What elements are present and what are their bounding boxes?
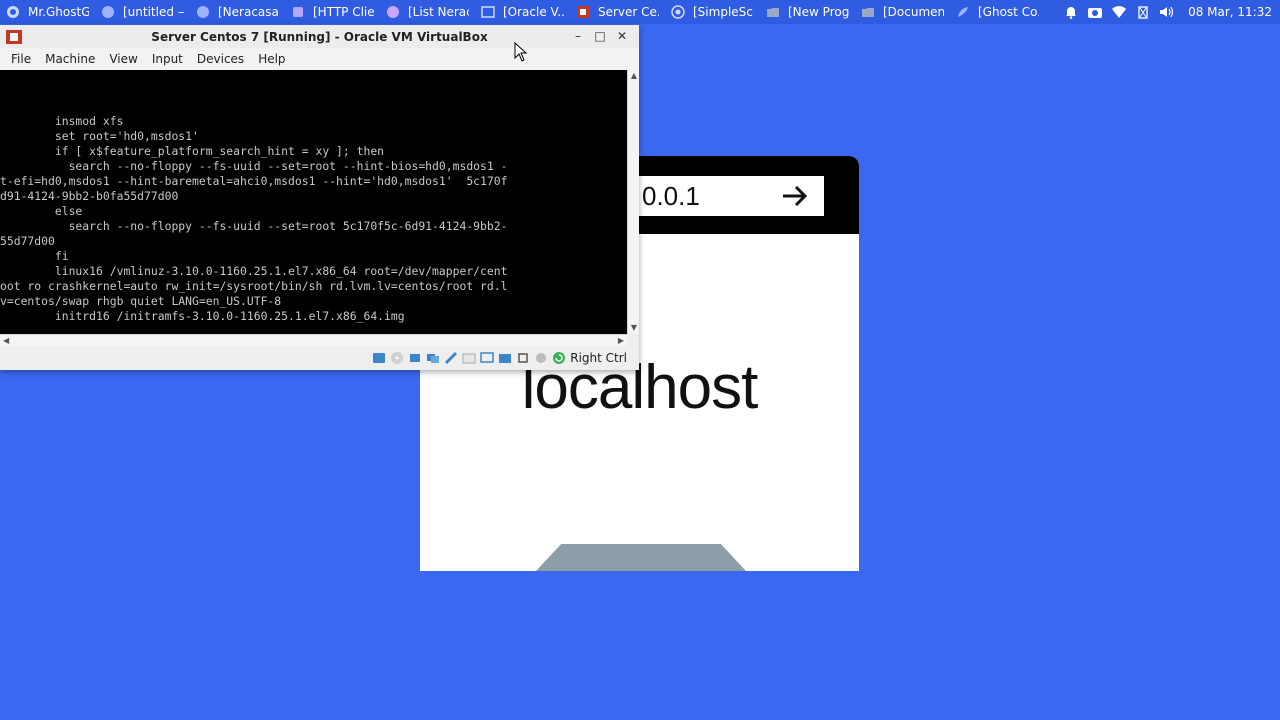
menu-view[interactable]: View xyxy=(102,52,144,66)
task-new-program[interactable]: [New Prog... xyxy=(760,0,855,24)
task-oracle-vm[interactable]: [Oracle V... xyxy=(475,0,570,24)
task-label: Mr.GhostGTR666 xyxy=(28,5,89,19)
task-label: [New Prog... xyxy=(788,5,849,19)
camera-icon[interactable] xyxy=(1086,4,1104,20)
audio-icon[interactable] xyxy=(407,351,422,365)
task-label: Server Ce... xyxy=(598,5,659,19)
go-arrow-icon[interactable] xyxy=(780,182,810,210)
scroll-right-icon[interactable]: ▶ xyxy=(618,336,624,345)
taskbar: Mr.GhostGTR666 [untitled —... [Neracasal… xyxy=(0,0,1280,24)
clock[interactable]: 08 Mar, 11:32 xyxy=(1188,5,1272,19)
task-browser-2[interactable]: [List Nerac... xyxy=(380,0,475,24)
editor-icon xyxy=(101,5,115,19)
browser-icon xyxy=(386,5,400,19)
cpu-icon[interactable] xyxy=(515,351,530,365)
task-documents[interactable]: [Document... xyxy=(855,0,950,24)
display-icon[interactable] xyxy=(479,351,494,365)
optical-drive-icon[interactable] xyxy=(389,351,404,365)
network-icon[interactable] xyxy=(425,351,440,365)
menu-machine[interactable]: Machine xyxy=(38,52,102,66)
virtualbox-icon xyxy=(576,5,590,19)
horizontal-scrollbar[interactable]: ◀ ▶ xyxy=(0,334,627,346)
mouse-integration-icon[interactable] xyxy=(533,351,548,365)
volume-icon[interactable] xyxy=(1158,4,1176,20)
scroll-left-icon[interactable]: ◀ xyxy=(3,336,9,345)
task-label: [Neracasal... xyxy=(218,5,279,19)
task-label: [SimpleScr... xyxy=(693,5,754,19)
wifi-icon[interactable] xyxy=(1110,4,1128,20)
window-icon xyxy=(481,5,495,19)
menu-icon xyxy=(6,5,20,19)
task-label: [Document... xyxy=(883,5,944,19)
address-bar[interactable]: 0.0.1 xyxy=(630,176,824,216)
maximize-icon[interactable]: □ xyxy=(589,28,611,44)
usb-icon[interactable] xyxy=(443,351,458,365)
address-text: 0.0.1 xyxy=(642,180,700,211)
task-menu[interactable]: Mr.GhostGTR666 xyxy=(0,0,95,24)
vm-display[interactable]: insmod xfs set root='hd0,msdos1' if [ x$… xyxy=(0,70,627,334)
decorative-shape xyxy=(536,544,746,571)
task-label: [untitled —... xyxy=(123,5,184,19)
shared-folders-icon[interactable] xyxy=(461,351,476,365)
close-icon[interactable]: ✕ xyxy=(611,28,633,44)
folder-icon xyxy=(861,5,875,19)
vertical-scrollbar[interactable]: ▲ ▼ xyxy=(627,70,639,334)
hard-disk-icon[interactable] xyxy=(371,351,386,365)
video-capture-icon[interactable] xyxy=(497,351,512,365)
scroll-down-icon[interactable]: ▼ xyxy=(630,324,638,332)
task-http-client[interactable]: [HTTP Clie... xyxy=(285,0,380,24)
host-key-label: Right Ctrl xyxy=(570,351,627,365)
task-label: [Ghost Co... xyxy=(978,5,1039,19)
task-simple-screen[interactable]: [SimpleScr... xyxy=(665,0,760,24)
task-label: [HTTP Clie... xyxy=(313,5,374,19)
task-ghost-code[interactable]: [Ghost Co... xyxy=(950,0,1045,24)
puzzle-icon xyxy=(291,5,305,19)
grub-editor-text[interactable]: insmod xfs set root='hd0,msdos1' if [ x$… xyxy=(0,70,627,324)
system-tray: 08 Mar, 11:32 xyxy=(1056,0,1280,24)
menu-help[interactable]: Help xyxy=(251,52,292,66)
task-editor[interactable]: [untitled —... xyxy=(95,0,190,24)
notification-bell-icon[interactable] xyxy=(1062,4,1080,20)
record-icon xyxy=(671,5,685,19)
minimize-icon[interactable]: – xyxy=(567,28,589,44)
task-server-centos[interactable]: Server Ce... xyxy=(570,0,665,24)
keyboard-capture-icon[interactable] xyxy=(551,351,566,365)
browser-icon xyxy=(196,5,210,19)
scroll-up-icon[interactable]: ▲ xyxy=(630,72,638,80)
task-label: [Oracle V... xyxy=(503,5,564,19)
menu-bar: File Machine View Input Devices Help xyxy=(0,48,639,70)
task-label: [List Nerac... xyxy=(408,5,469,19)
menu-file[interactable]: File xyxy=(4,52,38,66)
window-titlebar[interactable]: Server Centos 7 [Running] - Oracle VM Vi… xyxy=(0,25,639,48)
task-browser-1[interactable]: [Neracasal... xyxy=(190,0,285,24)
scroll-thumb[interactable] xyxy=(12,337,567,344)
menu-devices[interactable]: Devices xyxy=(190,52,251,66)
window-title: Server Centos 7 [Running] - Oracle VM Vi… xyxy=(151,29,488,44)
status-bar: Right Ctrl xyxy=(0,346,639,370)
virtualbox-window: Server Centos 7 [Running] - Oracle VM Vi… xyxy=(0,25,639,370)
virtualbox-icon xyxy=(6,29,22,44)
folder-icon xyxy=(766,5,780,19)
menu-input[interactable]: Input xyxy=(145,52,190,66)
battery-icon[interactable] xyxy=(1134,4,1152,20)
window-controls: – □ ✕ xyxy=(567,28,633,44)
mouse-cursor-icon xyxy=(514,41,528,62)
feather-icon xyxy=(956,5,970,19)
